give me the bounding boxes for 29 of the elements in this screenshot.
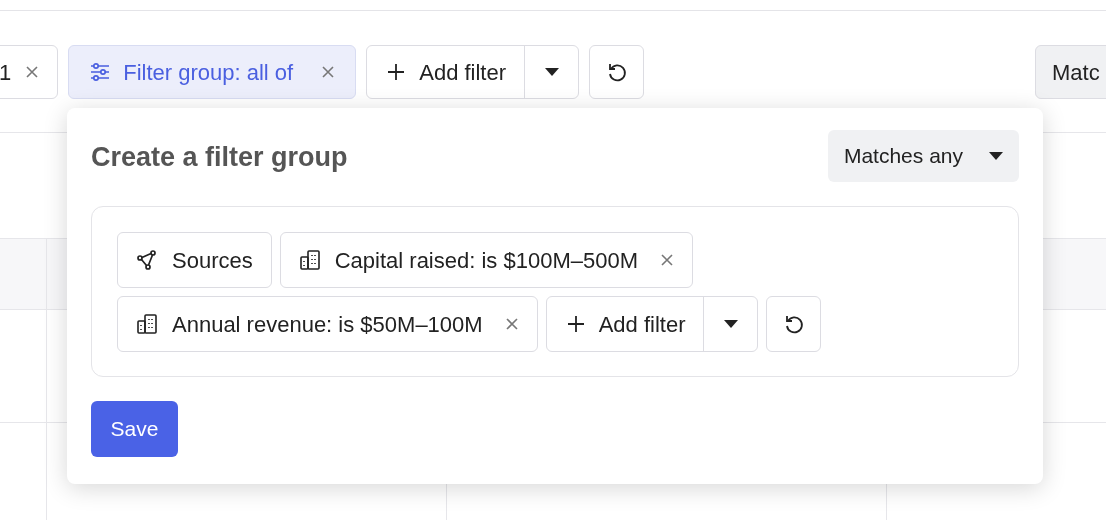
caret-icon — [724, 320, 738, 328]
close-icon[interactable] — [504, 317, 519, 331]
popup-title: Create a filter group — [91, 140, 348, 174]
filter-chip[interactable]: Annual revenue: is $50M–100M — [117, 296, 538, 352]
sliders-icon — [89, 61, 112, 83]
filter-chip[interactable]: 1 — [0, 45, 59, 99]
filter-chip[interactable]: Sources — [117, 232, 272, 288]
reset-button[interactable] — [766, 296, 822, 352]
match-mode-dropdown[interactable]: Matches any — [827, 130, 1019, 182]
filter-chip[interactable]: Capital raised: is $100M–500M — [279, 232, 693, 288]
add-filter-split-button[interactable]: Add filter — [545, 296, 759, 352]
add-filter-button[interactable]: Add filter — [546, 297, 704, 351]
close-icon[interactable] — [321, 65, 336, 79]
reset-button[interactable] — [589, 45, 645, 99]
reset-icon — [783, 313, 805, 335]
building-icon — [298, 249, 321, 271]
building-icon — [136, 313, 158, 335]
filter-group-chip[interactable]: Filter group: all of — [68, 45, 357, 99]
caret-icon — [989, 152, 1003, 160]
close-icon[interactable] — [660, 253, 674, 267]
plus-icon — [566, 315, 585, 333]
match-mode-button[interactable]: Matc — [1035, 45, 1106, 99]
add-filter-split-button[interactable]: Add filter — [366, 45, 580, 99]
close-icon[interactable] — [25, 65, 40, 79]
save-button[interactable]: Save — [91, 401, 178, 457]
caret-icon — [544, 68, 559, 76]
add-filter-button[interactable]: Add filter — [367, 46, 525, 98]
plus-icon — [387, 63, 406, 81]
nodes-icon — [136, 249, 158, 271]
